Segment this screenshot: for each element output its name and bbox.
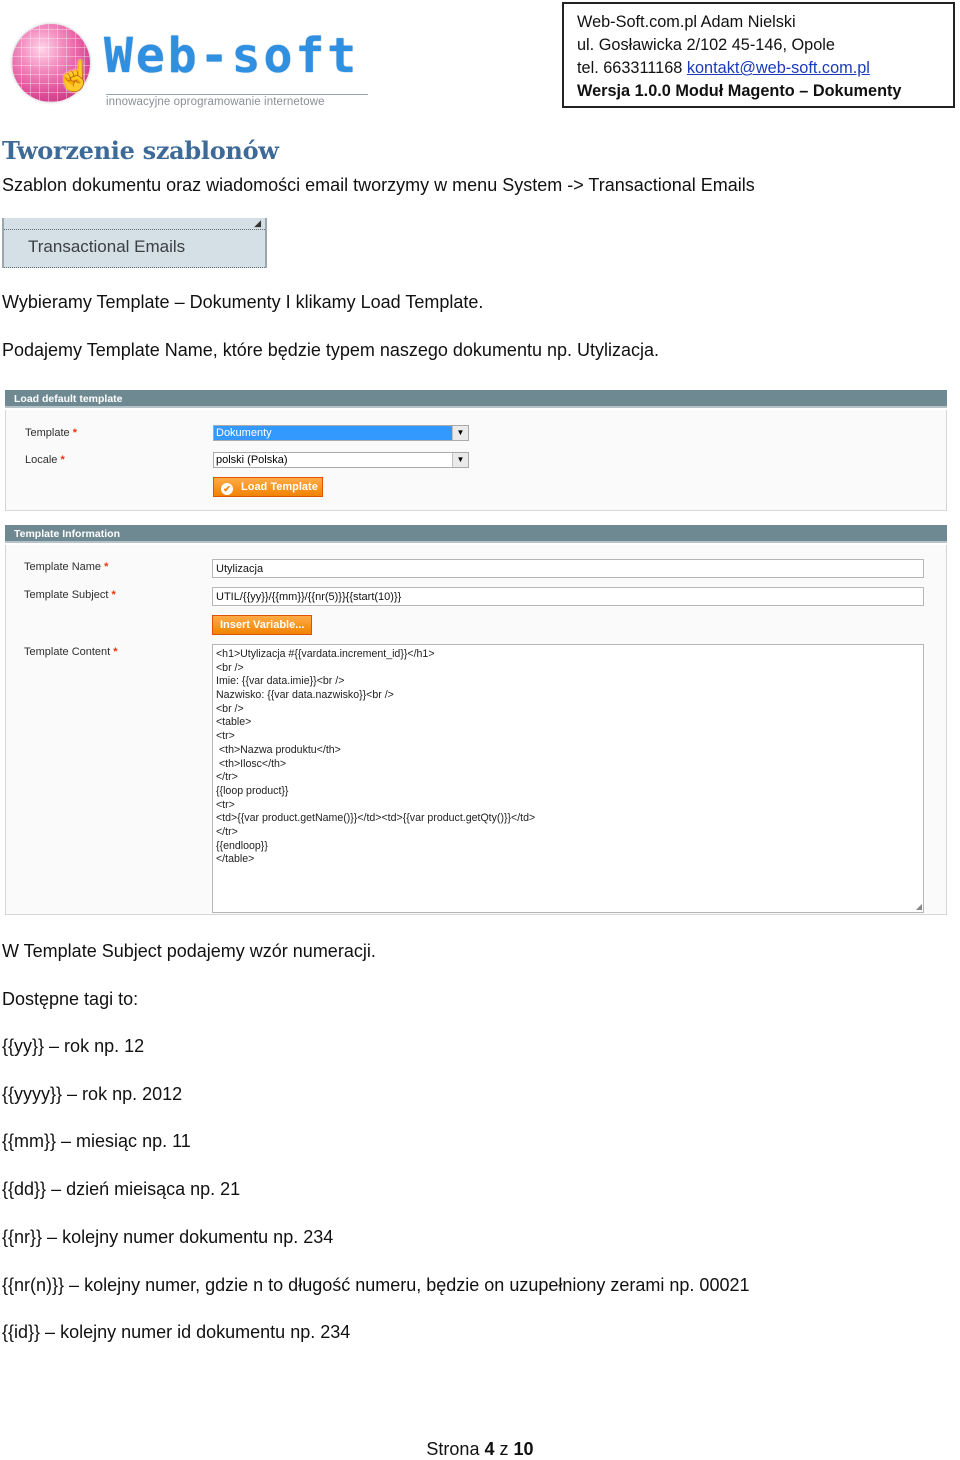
template-content-line: <table>	[216, 716, 252, 729]
total-pages: 10	[513, 1439, 534, 1459]
template-content-label: Template Content *	[24, 646, 118, 658]
required-mark: *	[72, 427, 77, 439]
version-line: Wersja 1.0.0 Moduł Magento – Dokumenty	[577, 82, 902, 100]
page-footer: Strona 4 z 10	[0, 1439, 960, 1460]
logo-tagline: innowacyjne oprogramowanie internetowe	[106, 96, 325, 108]
template-subject-label-text: Template Subject	[24, 589, 109, 601]
logo-rule	[106, 94, 368, 95]
template-select[interactable]: Dokumenty ▼	[213, 425, 469, 441]
load-template-button-label: Load Template	[241, 481, 318, 493]
locale-label: Locale *	[25, 454, 65, 466]
menu-item-label: Transactional Emails	[28, 237, 186, 256]
tag-item: {{yy}} – rok np. 12	[2, 1036, 145, 1056]
load-template-button[interactable]: ✔ Load Template	[213, 477, 323, 497]
company-address: ul. Gosławicka 2/102 45-146, Opole	[577, 36, 835, 54]
logo-wordmark: Web-soft	[104, 28, 360, 84]
template-information-header: Template Information	[5, 525, 947, 543]
section-heading: Tworzenie szablonów	[2, 136, 279, 165]
template-content-line: </tr>	[216, 825, 238, 838]
transactional-emails-menu-item[interactable]: ◢ Transactional Emails	[2, 218, 267, 268]
step-2-paragraph: Podajemy Template Name, które będzie typ…	[2, 340, 660, 360]
check-circle-icon: ✔	[221, 483, 233, 495]
template-subject-label: Template Subject *	[24, 589, 116, 601]
tag-item: {{dd}} – dzień mieisąca np. 21	[2, 1179, 241, 1200]
hand-cursor-icon: ☝	[56, 60, 94, 93]
step-1-paragraph: Wybieramy Template – Dokumenty I klikamy…	[2, 292, 484, 312]
tag-item: {{nr}} – kolejny numer dokumentu np. 234	[2, 1226, 334, 1247]
template-content-label-text: Template Content	[24, 646, 111, 658]
template-content-line: <h1>Utylizacja #{{vardata.increment_id}}…	[216, 648, 435, 660]
template-content-line: <th>Ilosc</th>	[216, 757, 287, 770]
tag-item: {{id}} – kolejny numer id dokumentu np. …	[2, 1322, 351, 1343]
template-content-line: {{endloop}}	[216, 839, 268, 852]
template-select-value: Dokumenty	[216, 427, 272, 439]
template-label: Template *	[25, 427, 77, 439]
chevron-down-icon[interactable]: ▼	[452, 453, 468, 467]
template-content-line: Imie: {{var data.imie}}<br />	[216, 675, 345, 688]
load-default-template-fieldset: Template * Dokumenty ▼ Locale * polski (…	[5, 410, 947, 511]
tags-heading: Dostępne tagi to:	[2, 989, 139, 1009]
current-page: 4	[484, 1439, 495, 1459]
insert-variable-button[interactable]: Insert Variable...	[212, 615, 312, 635]
page-separator: z	[499, 1439, 509, 1459]
template-content-line: {{loop product}}	[216, 784, 289, 797]
locale-label-text: Locale	[25, 454, 58, 466]
template-content-line: <br />	[216, 661, 244, 674]
tag-item: {{yyyy}} – rok np. 2012	[2, 1083, 183, 1104]
intro-paragraph: Szablon dokumentu oraz wiadomości email …	[2, 175, 755, 195]
template-name-label-text: Template Name	[24, 561, 102, 573]
locale-select[interactable]: polski (Polska) ▼	[213, 452, 469, 468]
template-content-line: Nazwisko: {{var data.nazwisko}}<br />	[216, 689, 394, 702]
template-content-line: </tr>	[216, 771, 238, 784]
company-name: Web-Soft.com.pl Adam Nielski	[577, 13, 796, 31]
template-content-line: <th>Nazwa produktu</th>	[216, 743, 341, 756]
template-content-line: <tr>	[216, 798, 235, 811]
tag-item: {{mm}} – miesiąc np. 11	[2, 1131, 191, 1152]
template-content-textarea[interactable]: <h1>Utylizacja #{{vardata.increment_id}}…	[212, 644, 924, 913]
locale-select-value: polski (Polska)	[216, 454, 288, 466]
template-content-line: <br />	[216, 702, 244, 715]
template-name-label: Template Name *	[24, 561, 108, 573]
template-content-line: <tr>	[216, 730, 235, 743]
load-default-template-header: Load default template	[5, 390, 947, 408]
template-content-line: </table>	[216, 853, 255, 866]
template-label-text: Template	[25, 427, 70, 439]
insert-variable-button-label: Insert Variable...	[220, 619, 305, 631]
menu-divider	[4, 229, 265, 230]
resize-grip-icon: ◢	[254, 218, 261, 228]
required-mark: *	[104, 561, 109, 573]
resize-handle-icon[interactable]: ◢	[916, 903, 922, 911]
menu-divider	[4, 267, 265, 268]
template-information-fieldset: Template Name * Template Subject * Inser…	[5, 545, 947, 915]
required-mark: *	[111, 589, 116, 601]
email-link[interactable]: kontakt@web-soft.com.pl	[687, 59, 870, 77]
template-content-line: <td>{{var product.getName()}}</td><td>{{…	[216, 812, 536, 825]
template-name-input[interactable]	[212, 559, 924, 578]
required-mark: *	[113, 646, 118, 658]
tag-item: {{nr(n)}} – kolejny numer, gdzie n to dł…	[2, 1274, 750, 1295]
contact-box: Web-Soft.com.pl Adam Nielski ul. Gosławi…	[562, 2, 955, 108]
required-mark: *	[60, 454, 65, 466]
chevron-down-icon[interactable]: ▼	[452, 426, 468, 440]
tags-intro: W Template Subject podajemy wzór numerac…	[2, 941, 376, 961]
page-label: Strona	[426, 1439, 480, 1459]
template-content-lines: <h1>Utylizacja #{{vardata.increment_id}}…	[216, 648, 923, 867]
template-subject-input[interactable]	[212, 587, 924, 606]
company-phone: tel. 663311168	[577, 59, 683, 77]
company-phone-line: tel. 663311168 kontakt@web-soft.com.pl	[577, 57, 953, 80]
company-logo: ☝ Web-soft innowacyjne oprogramowanie in…	[8, 18, 398, 108]
